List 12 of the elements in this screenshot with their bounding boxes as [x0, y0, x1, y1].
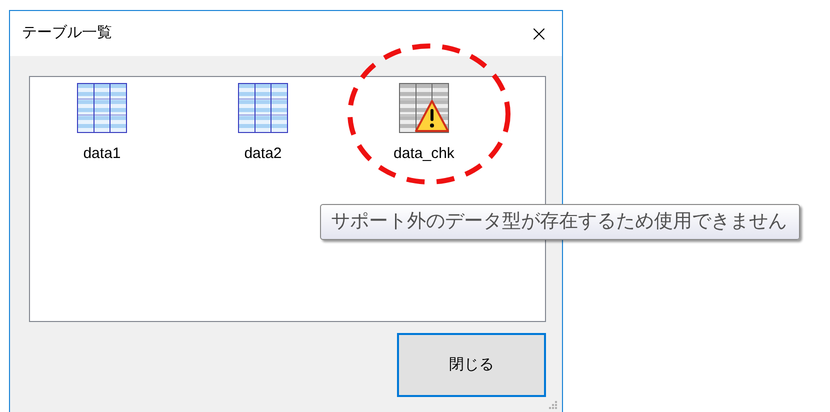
table-name: data2: [244, 144, 282, 164]
close-dialog-button[interactable]: 閉じる: [397, 333, 546, 397]
table-warning-icon: [399, 83, 449, 133]
tooltip: サポート外のデータ型が存在するため使用できません: [320, 204, 800, 240]
table-name: data1: [83, 144, 121, 164]
table-icon: [77, 83, 127, 133]
table-item[interactable]: data2: [213, 83, 313, 166]
table-item[interactable]: data1: [52, 83, 152, 166]
window-title: テーブル一覧: [22, 23, 112, 44]
table-icon: [238, 83, 288, 133]
table-name: data_chk: [394, 144, 454, 164]
resize-grip-icon[interactable]: [546, 400, 558, 412]
